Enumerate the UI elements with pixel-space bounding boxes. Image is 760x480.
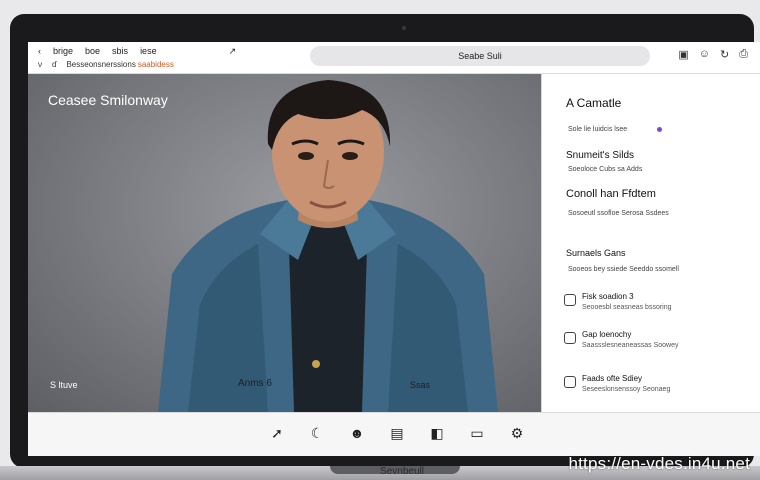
- people-icon[interactable]: ☻: [348, 425, 366, 442]
- side-subline: Sole lie luidcis lsee: [568, 126, 663, 133]
- refresh-icon[interactable]: ↻: [720, 48, 729, 61]
- menu-item-iese[interactable]: iese: [140, 46, 157, 57]
- checklist-sub: Saassslesneaneassas Soowey: [582, 342, 679, 349]
- sub-bar: ν ɗ Besseonsnerssions saabidess: [38, 60, 174, 69]
- name-tag-secondary: Ssas: [410, 380, 431, 390]
- checkbox[interactable]: [564, 332, 576, 344]
- checklist-text: Faads ofte Sdiey Seseeslonsenssoy Seonae…: [582, 374, 670, 393]
- menu-item-boe[interactable]: boe: [85, 46, 100, 57]
- gallery-icon[interactable]: ▣: [678, 48, 688, 61]
- watermark: https://en-vdes.in4u.net: [568, 454, 750, 473]
- menu-item-brige[interactable]: brige: [53, 46, 73, 57]
- sub-link-1[interactable]: Besseonsnerssions: [66, 60, 135, 69]
- address-bar[interactable]: Seabe Suli: [310, 46, 650, 66]
- side-panel: A Camatle Sole lie luidcis lsee Snumeit'…: [541, 74, 760, 412]
- name-tag: Anms 6: [238, 378, 272, 389]
- screen: ‹ brige boe sbis iese ↗ ν ɗ Besseonsners…: [28, 42, 760, 456]
- side-line-3: Sooeos bey ssiede Seeddo ssomell: [568, 266, 679, 273]
- checkbox[interactable]: [564, 376, 576, 388]
- dock-icons: ➚ ☾ ☻ ▤ ◧ ▭ ⚙: [268, 425, 526, 442]
- checklist-item[interactable]: Fisk soadion 3 Seooesbl seasneas bssorin…: [564, 292, 672, 311]
- doc-icon[interactable]: ◧: [428, 425, 446, 442]
- laptop-frame: ‹ brige boe sbis iese ↗ ν ɗ Besseonsners…: [0, 0, 760, 480]
- photo-corner-label: S ltuve: [50, 380, 78, 390]
- top-toolbar: ‹ brige boe sbis iese ↗ ν ɗ Besseonsners…: [28, 42, 760, 74]
- checklist-item[interactable]: Gap loenochy Saassslesneaneassas Soowey: [564, 330, 679, 349]
- side-heading-2: Snumeit's Silds: [566, 150, 635, 161]
- share-icon[interactable]: ⎙: [739, 48, 748, 61]
- side-heading: A Camatle: [566, 96, 622, 110]
- checkbox[interactable]: [564, 294, 576, 306]
- screen-icon[interactable]: ▭: [468, 425, 486, 442]
- back-icon[interactable]: ‹: [38, 46, 41, 57]
- side-heading-4: Surnaels Gans: [566, 248, 626, 258]
- side-subline-text: Sole lie luidcis lsee: [568, 126, 628, 133]
- checklist-item[interactable]: Faads ofte Sdiey Seseeslonsenssoy Seonae…: [564, 374, 670, 393]
- bottom-toolbar: ➚ ☾ ☻ ▤ ◧ ▭ ⚙: [28, 412, 760, 456]
- face-icon[interactable]: ☺: [699, 48, 710, 61]
- person-photo: [158, 80, 498, 412]
- laptop-brand: Sevnbeull: [380, 466, 424, 477]
- status-dot-icon: [657, 126, 663, 132]
- settings-icon[interactable]: ⚙: [508, 425, 526, 442]
- arrow-icon[interactable]: ↗: [229, 46, 237, 57]
- checklist-sub: Seseeslonsenssoy Seonaeg: [582, 386, 671, 393]
- checklist-title: Gap loenochy: [582, 330, 632, 339]
- checklist-title: Fisk soadion 3: [582, 292, 634, 301]
- calendar-icon[interactable]: ▤: [388, 425, 406, 442]
- side-line-1: Soeoloce Cubs sa Adds: [568, 166, 643, 173]
- checklist-text: Fisk soadion 3 Seooesbl seasneas bssorin…: [582, 292, 672, 311]
- camera-icon: [402, 26, 406, 30]
- side-heading-3: Conoll han Ffdtem: [566, 188, 656, 200]
- checklist-title: Faads ofte Sdiey: [582, 374, 643, 383]
- d-icon[interactable]: ɗ: [52, 60, 56, 69]
- moon-icon[interactable]: ☾: [308, 425, 326, 442]
- toolbar-icons: ▣ ☺ ↻ ⎙: [678, 48, 748, 61]
- menu-item-sbis[interactable]: sbis: [112, 46, 128, 57]
- checklist-text: Gap loenochy Saassslesneaneassas Soowey: [582, 330, 679, 349]
- nu-icon[interactable]: ν: [38, 60, 42, 69]
- sub-link-2[interactable]: saabidess: [138, 60, 174, 69]
- photo-panel: Ceasee Smilonway S ltuve Anms 6 Ssas: [28, 74, 541, 412]
- cursor-icon[interactable]: ➚: [268, 425, 286, 442]
- checklist-sub: Seooesbl seasneas bssoring: [582, 304, 672, 311]
- menu-bar: ‹ brige boe sbis iese ↗: [38, 46, 236, 57]
- side-line-2: Sosoeutl ssofloe Serosa Ssdees: [568, 210, 669, 217]
